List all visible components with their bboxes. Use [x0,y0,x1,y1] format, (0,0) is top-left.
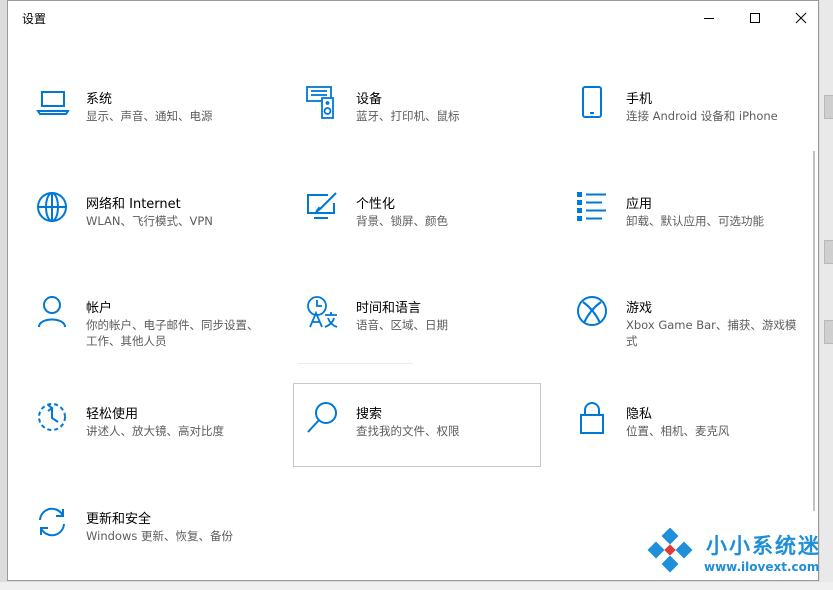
person-icon [38,296,66,328]
tile-description: 查找我的文件、权限 [356,424,460,438]
minimize-button[interactable] [686,1,732,35]
tile-name: 应用 [626,197,653,212]
tile-name: 游戏 [626,301,653,316]
tile-name: 系统 [86,92,113,107]
tile-name: 个性化 [356,197,396,212]
laptop-icon [36,91,70,115]
tile-description: 背景、锁屏、颜色 [356,214,448,228]
tile-name: 轻松使用 [86,407,139,422]
maximize-button[interactable] [732,1,778,35]
tile-description: 连接 Android 设备和 iPhone [626,109,778,123]
minimize-icon [704,18,714,19]
settings-window: 设置 系统 显示、声音、通知、电源 设备 蓝牙、打印机、鼠标 手机 连接 And… [7,0,819,581]
tile-update-security[interactable]: 更新和安全 Windows 更新、恢复、备份 [36,506,276,580]
watermark-logo [647,528,693,573]
tile-description: WLAN、飞行模式、VPN [86,214,213,228]
tile-personalization[interactable]: 个性化 背景、锁屏、颜色 [306,191,546,271]
tile-name: 手机 [626,92,653,107]
globe-icon [37,192,67,222]
tile-privacy[interactable]: 隐私 位置、相机、麦克风 [576,401,816,481]
tile-system[interactable]: 系统 显示、声音、通知、电源 [36,86,276,166]
tile-description: Xbox Game Bar、捕获、游戏模式 [626,318,797,348]
tile-name: 设备 [356,92,383,107]
tile-description: 位置、相机、麦克风 [626,424,730,438]
maximize-icon [750,13,760,23]
apps-list-icon [577,192,606,221]
tile-description: 显示、声音、通知、电源 [86,109,213,123]
tile-search[interactable]: 搜索 查找我的文件、权限 [306,401,546,481]
tile-name: 时间和语言 [356,301,422,316]
tile-description: 你的帐户、电子邮件、同步设置、工作、其他人员 [86,318,259,348]
personalization-icon [307,192,337,219]
close-button[interactable] [778,1,818,35]
desktop-sliver [824,95,833,119]
tile-description: 语音、区域、日期 [356,318,448,332]
phone-icon [582,86,602,118]
tile-ease-of-access[interactable]: 轻松使用 讲述人、放大镜、高对比度 [36,401,276,481]
tile-apps[interactable]: 应用 卸载、默认应用、可选功能 [576,191,816,271]
ease-of-access-icon [38,403,66,431]
window-title: 设置 [22,12,47,26]
tile-description: 卸载、默认应用、可选功能 [626,214,764,228]
tile-description: 蓝牙、打印机、鼠标 [356,109,460,123]
search-icon [307,402,337,433]
tile-name: 网络和 Internet [86,197,181,212]
watermark-text: 小小系统迷 [706,534,821,558]
update-sync-icon [39,507,65,537]
title-bar[interactable]: 设置 [8,1,818,35]
desktop-background [820,0,833,590]
tile-phone[interactable]: 手机 连接 Android 设备和 iPhone [576,86,816,166]
watermark-url: www.ilovext.com [704,560,820,574]
tile-description: 讲述人、放大镜、高对比度 [86,424,224,438]
close-icon [795,12,807,24]
desktop-sliver [824,320,833,344]
desktop-sliver [824,240,833,264]
tile-devices[interactable]: 设备 蓝牙、打印机、鼠标 [306,86,546,166]
watermark: 小小系统迷 www.ilovext.com [640,522,830,584]
tile-name: 隐私 [626,407,653,422]
tile-name: 帐户 [86,301,113,316]
tile-gaming[interactable]: 游戏 Xbox Game Bar、捕获、游戏模式 [576,295,816,375]
tile-description: Windows 更新、恢复、备份 [86,529,233,543]
tile-name: 搜索 [356,407,383,422]
tile-time-language[interactable]: 时间和语言 语音、区域、日期 [306,295,546,375]
tile-network[interactable]: 网络和 Internet WLAN、飞行模式、VPN [36,191,276,271]
lock-icon [580,402,604,434]
tile-name: 更新和安全 [86,512,152,527]
tile-accounts[interactable]: 帐户 你的帐户、电子邮件、同步设置、工作、其他人员 [36,295,276,375]
time-language-icon [307,296,338,328]
devices-icon [306,86,334,119]
xbox-icon [577,296,607,326]
